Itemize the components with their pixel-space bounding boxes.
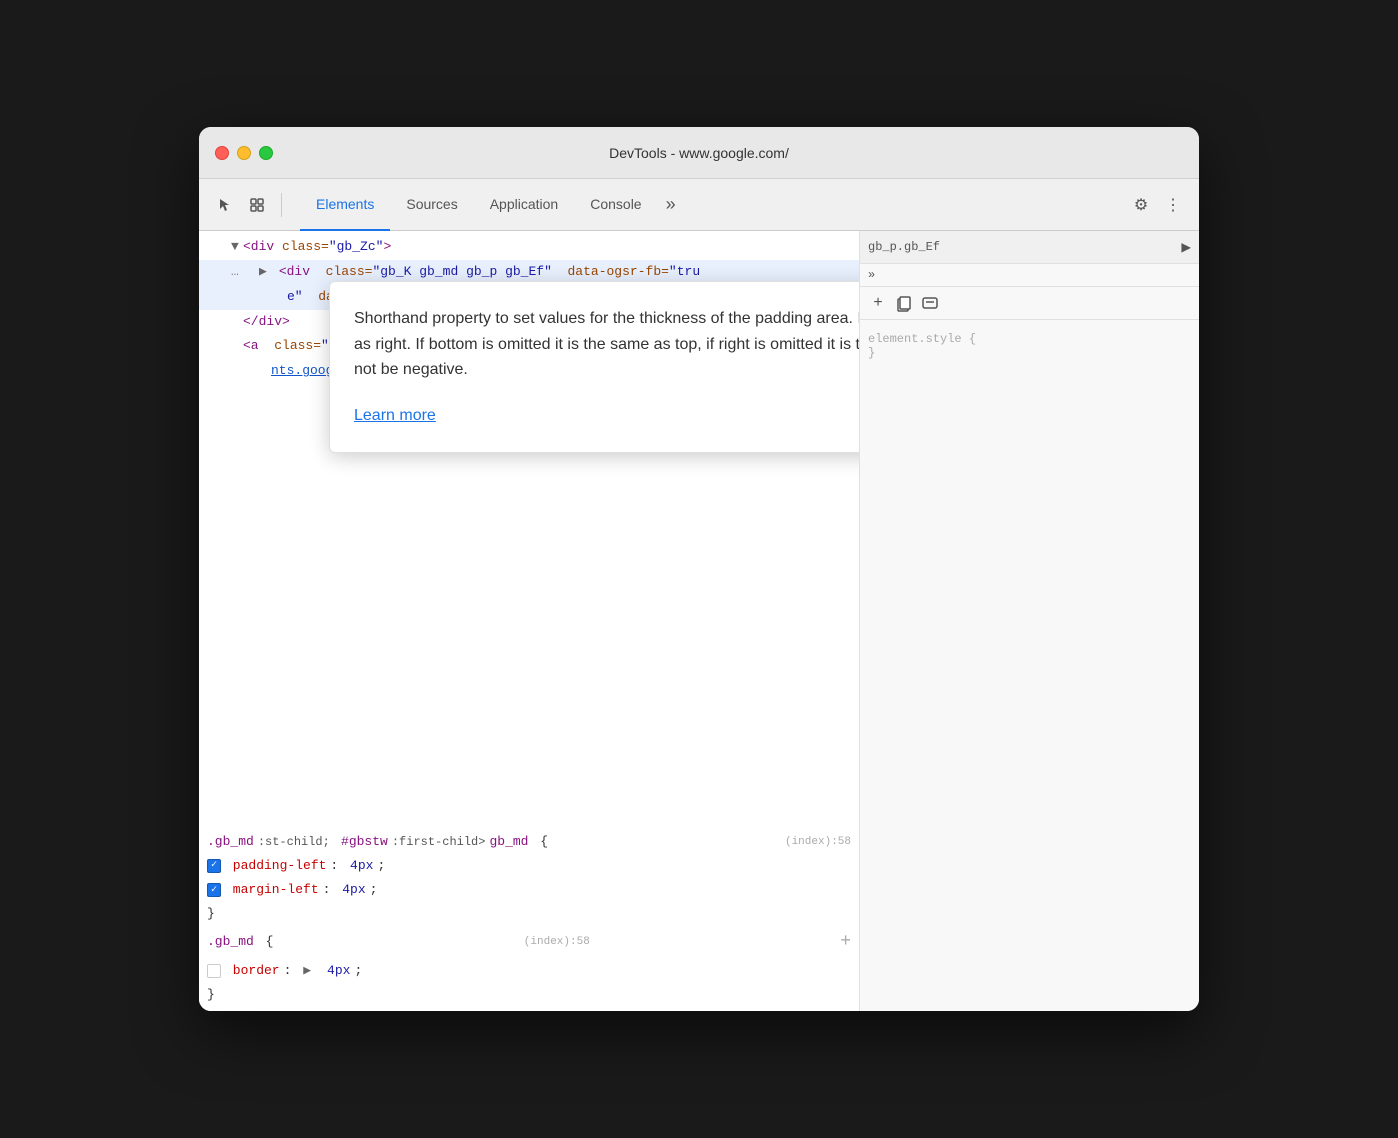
css-rule-header-1: .gb_md:st-child; #gbstw:first-child>gb_m…	[199, 830, 859, 854]
toggle-changes-icon[interactable]	[920, 293, 940, 313]
learn-more-link[interactable]: Learn more	[354, 403, 436, 429]
main-content: ▼ <div class="gb_Zc"> … ▶ <div class="gb…	[199, 231, 1199, 1011]
side-panel-header: gb_p.gb_Ef ▶	[860, 231, 1199, 264]
css-close-brace-1: }	[199, 902, 859, 926]
prop-enabled-checkbox-2[interactable]	[207, 883, 221, 897]
css-prop-margin-left[interactable]: margin-left: 4px;	[199, 878, 859, 902]
inspect-icon[interactable]	[243, 191, 271, 219]
side-css-content: element.style { }	[860, 324, 1199, 368]
css-prop-padding-left[interactable]: padding-left: 4px;	[199, 854, 859, 878]
traffic-lights	[215, 146, 273, 160]
minimize-button[interactable]	[237, 146, 251, 160]
add-property-button[interactable]: +	[840, 927, 851, 958]
pointer-icon[interactable]	[211, 191, 239, 219]
side-css-panel: element.style { }	[860, 320, 1199, 1011]
menu-icon[interactable]: ⋮	[1159, 191, 1187, 219]
tooltip-description: Shorthand property to set values for the…	[354, 306, 859, 383]
settings-icon[interactable]: ⚙	[1127, 191, 1155, 219]
collapse-triangle[interactable]: ▼	[231, 237, 243, 258]
html-panel-inner: ▼ <div class="gb_Zc"> … ▶ <div class="gb…	[199, 231, 859, 388]
devtools-window: DevTools - www.google.com/ Elements Sour…	[199, 127, 1199, 1011]
expand-icon[interactable]: ▶	[1181, 237, 1191, 257]
close-button[interactable]	[215, 146, 229, 160]
expand-triangle[interactable]: ▶	[259, 262, 271, 283]
tab-sources[interactable]: Sources	[390, 179, 473, 231]
maximize-button[interactable]	[259, 146, 273, 160]
html-panel: ▼ <div class="gb_Zc"> … ▶ <div class="gb…	[199, 231, 859, 1011]
html-line-1[interactable]: ▼ <div class="gb_Zc">	[199, 235, 859, 260]
css-close-brace-2: }	[199, 983, 859, 1007]
side-panel-icons: +	[860, 287, 1199, 320]
more-tabs-button[interactable]: »	[658, 179, 684, 231]
tab-bar: Elements Sources Application Console »	[300, 179, 1123, 231]
prop-disabled-checkbox[interactable]	[207, 964, 221, 978]
ellipsis-gutter: …	[231, 262, 247, 283]
add-rule-icon[interactable]: +	[868, 293, 888, 313]
tab-application[interactable]: Application	[474, 179, 575, 231]
tooltip-footer: Learn more Don't show	[354, 403, 859, 429]
tab-elements[interactable]: Elements	[300, 179, 390, 231]
prop-enabled-checkbox[interactable]	[207, 859, 221, 873]
titlebar: DevTools - www.google.com/	[199, 127, 1199, 179]
side-panel-toolbar: »	[860, 264, 1199, 287]
window-title: DevTools - www.google.com/	[609, 145, 789, 161]
css-rules-panel: .gb_md:st-child; #gbstw:first-child>gb_m…	[199, 826, 859, 1011]
toolbar-divider	[281, 193, 282, 217]
toolbar-right: ⚙ ⋮	[1127, 191, 1187, 219]
side-panel: gb_p.gb_Ef ▶ » +	[859, 231, 1199, 1011]
toolbar: Elements Sources Application Console » ⚙…	[199, 179, 1199, 231]
tab-console[interactable]: Console	[574, 179, 657, 231]
more-icon[interactable]: »	[868, 268, 875, 282]
tooltip-popup: Shorthand property to set values for the…	[329, 281, 859, 453]
css-prop-border[interactable]: border: ▶ 4px;	[199, 959, 859, 983]
css-rule-header-2: .gb_md { (index):58 +	[199, 926, 859, 959]
breadcrumb-text: gb_p.gb_Ef	[868, 240, 1177, 254]
copy-style-icon[interactable]	[894, 293, 914, 313]
